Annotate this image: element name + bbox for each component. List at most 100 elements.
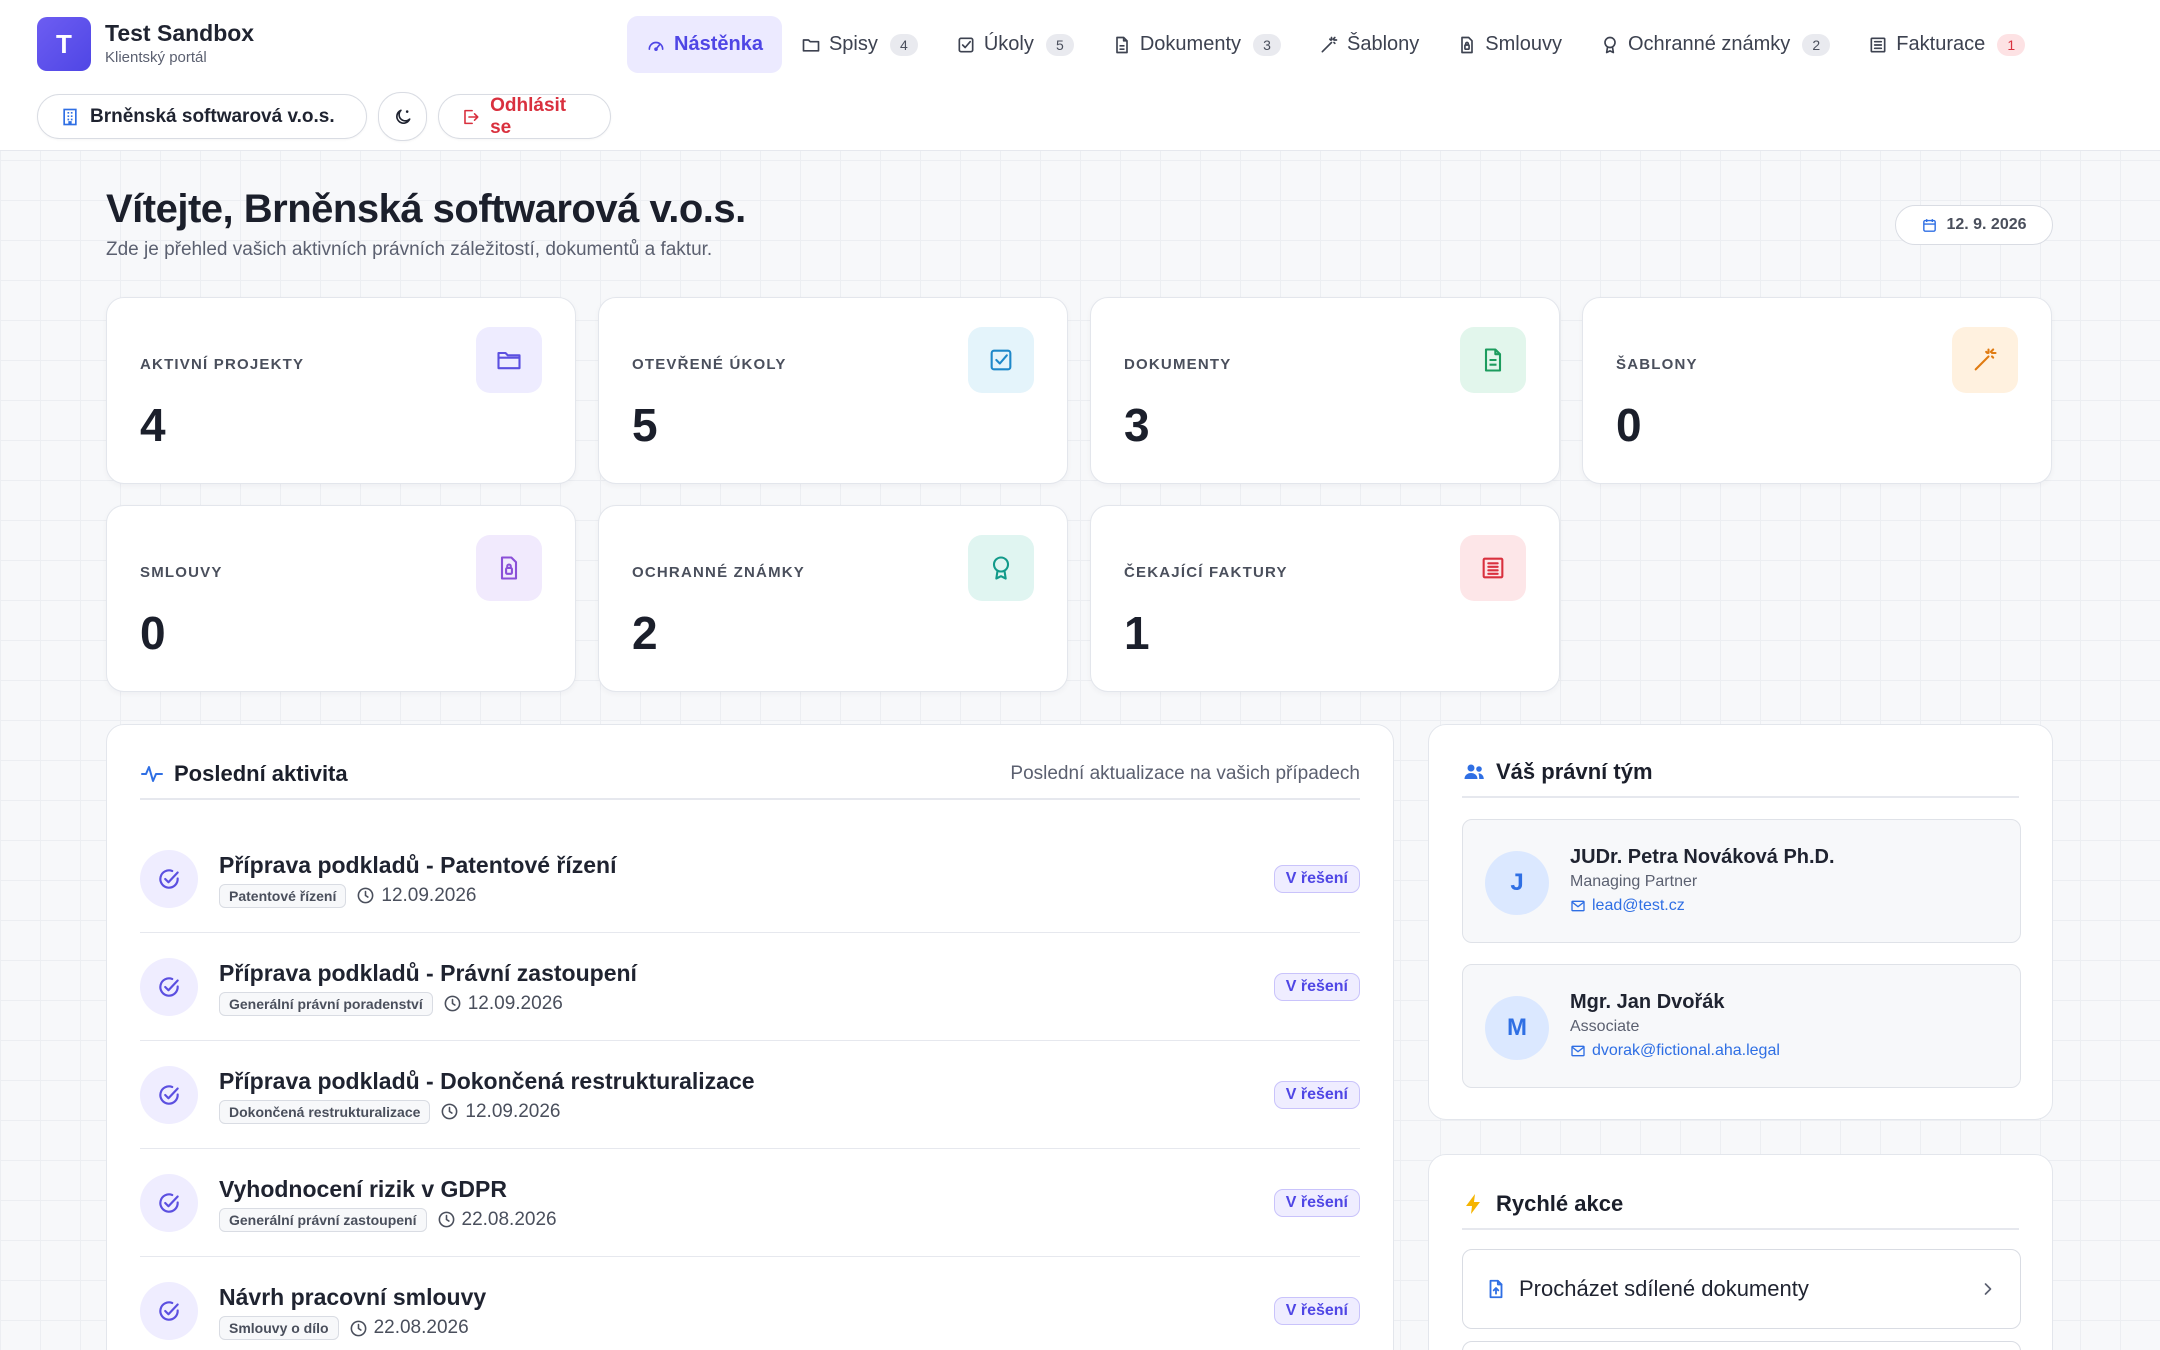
stat-card-aktivni-projekty[interactable]: AKTIVNÍ PROJEKTY 4 [106, 297, 576, 484]
list-item[interactable]: Příprava podkladů - Patentové řízení Pat… [140, 825, 1360, 933]
check-circle-badge [140, 1173, 198, 1232]
member-role: Associate [1570, 1018, 1640, 1035]
invoice-icon [1482, 557, 1504, 579]
avatar: J [1485, 851, 1549, 915]
nav-item-spisy[interactable]: Spisy 4 [782, 16, 937, 73]
list-item-meta: Generální právní poradenství 12.09.2026 [219, 991, 637, 1016]
calendar-icon [1923, 218, 1937, 232]
magic-wand-icon [1321, 36, 1338, 53]
nav-label: Úkoly [983, 33, 1034, 55]
nav-badge: 4 [889, 33, 918, 56]
theme-toggle-button[interactable] [378, 92, 427, 141]
member-email-link[interactable]: dvorak@fictional.aha.legal [1570, 1042, 1780, 1060]
lightning-icon [1466, 1194, 1480, 1214]
list-item-meta: Patentové řízení 12.09.2026 [219, 883, 617, 908]
company-selector-button[interactable]: Brněnská softwarová v.o.s. [37, 94, 367, 139]
mail-icon [1571, 1045, 1585, 1057]
nav-label: Dokumenty [1139, 33, 1242, 55]
page-subtitle: Zde je přehled vašich aktivních právních… [106, 239, 713, 260]
contract-icon [500, 556, 518, 580]
activity-date-text: 12.09.2026 [465, 1100, 561, 1122]
list-item[interactable]: Příprava podkladů - Právní zastoupení Ge… [140, 933, 1360, 1041]
member-email-text: lead@test.cz [1592, 897, 1685, 914]
activity-date-text: 22.08.2026 [461, 1208, 557, 1230]
magic-wand-icon [1974, 348, 1997, 371]
team-member-card[interactable]: J JUDr. Petra Nováková Ph.D. Managing Pa… [1462, 819, 2021, 943]
header-actions: Brněnská softwarová v.o.s. Odhlásit se [37, 92, 611, 141]
stat-label: ŠABLONY [1616, 356, 1698, 373]
avatar: M [1485, 996, 1549, 1060]
activity-date: 12.09.2026 [356, 885, 476, 907]
next-quick-action-button[interactable] [1462, 1341, 2021, 1350]
activity-title-text: Poslední aktivita [174, 761, 348, 786]
nav-item-nastenka[interactable]: Nástěnka [627, 16, 782, 73]
nav-item-dokumenty[interactable]: Dokumenty 3 [1093, 16, 1300, 73]
checkbox-icon [958, 37, 974, 52]
stat-card-smlouvy[interactable]: SMLOUVY 0 [106, 505, 576, 692]
brand-text: Test Sandbox Klientský portál [105, 19, 254, 69]
document-icon [1116, 36, 1128, 53]
quick-actions-title: Rychlé akce [1462, 1191, 1623, 1217]
logout-icon [464, 109, 479, 124]
nav-badge: 3 [1253, 33, 1282, 56]
quick-actions-panel: Rychlé akce Procházet sdílené dokumenty [1428, 1154, 2053, 1350]
status-badge: V řešení [1273, 1080, 1360, 1109]
member-email-link[interactable]: lead@test.cz [1570, 897, 1685, 915]
logout-button[interactable]: Odhlásit se [438, 94, 611, 139]
nav-item-sablony[interactable]: Šablony [1300, 16, 1438, 73]
clock-icon [357, 887, 374, 904]
stat-card-dokumenty[interactable]: DOKUMENTY 3 [1090, 297, 1560, 484]
activity-title-item: Návrh pracovní smlouvy [219, 1284, 487, 1310]
chevron-right-icon [1984, 1283, 1992, 1295]
stat-label: AKTIVNÍ PROJEKTY [140, 356, 305, 373]
stat-icon-box [968, 327, 1034, 393]
folder-icon [802, 38, 820, 52]
nav-item-ukoly[interactable]: Úkoly 5 [937, 16, 1093, 73]
team-member-card[interactable]: M Mgr. Jan Dvořák Associate dvorak@ficti… [1462, 964, 2021, 1088]
legal-team-panel: Váš právní tým J JUDr. Petra Nováková Ph… [1428, 724, 2053, 1120]
matter-tag: Generální právní poradenství [219, 991, 433, 1016]
quick-actions-header: Rychlé akce [1462, 1180, 2019, 1230]
stat-card-cekajici-faktury[interactable]: ČEKAJÍCÍ FAKTURY 1 [1090, 505, 1560, 692]
status-badge: V řešení [1273, 864, 1360, 893]
browse-shared-documents-button[interactable]: Procházet sdílené dokumenty [1462, 1249, 2021, 1329]
list-item-body: Příprava podkladů - Dokončená restruktur… [219, 1066, 755, 1124]
building-icon [63, 108, 77, 125]
moon-icon [395, 109, 410, 124]
brand-logo: T [37, 17, 91, 71]
status-badge: V řešení [1273, 1297, 1360, 1325]
stat-card-otevrene-ukoly[interactable]: OTEVŘENÉ ÚKOLY 5 [598, 297, 1068, 484]
stat-card-ochranne-znamky[interactable]: OCHRANNÉ ZNÁMKY 2 [598, 505, 1068, 692]
nav-label: Spisy [828, 33, 878, 55]
list-item[interactable]: Příprava podkladů - Dokončená restruktur… [140, 1041, 1360, 1149]
stat-icon-box [1460, 327, 1526, 393]
nav-item-ochranne-znamky[interactable]: Ochranné známky 2 [1581, 16, 1849, 73]
member-email-text: dvorak@fictional.aha.legal [1592, 1042, 1780, 1059]
matter-tag: Generální právní zastoupení [219, 1207, 427, 1232]
stat-label: OCHRANNÉ ZNÁMKY [632, 564, 805, 581]
activity-list: Příprava podkladů - Patentové řízení Pat… [140, 825, 1360, 1350]
stat-value: 2 [632, 607, 658, 659]
list-item[interactable]: Návrh pracovní smlouvy Smlouvy o dílo 22… [140, 1257, 1360, 1350]
stat-icon-box [476, 535, 542, 601]
list-item[interactable]: Vyhodnocení rizik v GDPR Generální právn… [140, 1149, 1360, 1257]
logout-label: Odhlásit se [490, 94, 567, 138]
stat-card-sablony[interactable]: ŠABLONY 0 [1582, 297, 2052, 484]
page-title: Vítejte, Brněnská softwarová v.o.s. [106, 187, 746, 231]
recent-activity-panel: Poslední aktivita Poslední aktualizace n… [106, 724, 1394, 1350]
team-header: Váš právní tým [1462, 748, 2019, 798]
award-icon [1604, 36, 1616, 53]
matter-tag: Patentové řízení [219, 883, 347, 908]
matter-tag: Dokončená restrukturalizace [219, 1099, 431, 1124]
invoice-icon [1870, 37, 1886, 52]
nav-item-fakturace[interactable]: Fakturace 1 [1849, 16, 2044, 73]
matter-tag: Smlouvy o dílo [219, 1316, 339, 1340]
stat-label: OTEVŘENÉ ÚKOLY [632, 356, 787, 373]
brand[interactable]: T Test Sandbox Klientský portál [37, 17, 254, 71]
list-item-body: Příprava podkladů - Právní zastoupení Ge… [219, 958, 637, 1016]
nav-item-smlouvy[interactable]: Smlouvy [1438, 16, 1581, 73]
users-icon [1464, 764, 1484, 779]
activity-date: 12.09.2026 [443, 993, 563, 1015]
nav-badge: 5 [1045, 33, 1074, 56]
brand-subtitle: Klientský portál [105, 49, 207, 66]
